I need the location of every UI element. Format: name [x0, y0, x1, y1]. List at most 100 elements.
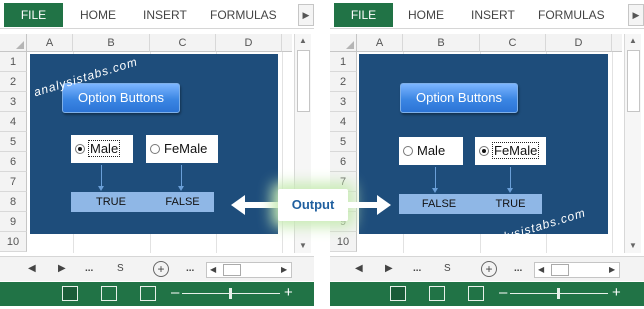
- tab-formulas[interactable]: FORMULAS: [210, 3, 277, 27]
- row-header-10[interactable]: 10: [0, 232, 27, 252]
- worksheet-grid[interactable]: A B C D 1 2 3 4 5 6 7 8 9 10 Option Butt…: [0, 34, 292, 253]
- sheet-nav-next-icon[interactable]: ▶: [58, 261, 66, 277]
- column-header-b[interactable]: B: [403, 34, 480, 52]
- sheet-ellipsis-right[interactable]: ...: [514, 261, 522, 277]
- row-header-7[interactable]: 7: [0, 172, 27, 192]
- row-header-2[interactable]: 2: [330, 72, 357, 92]
- scroll-down-icon[interactable]: ▼: [295, 239, 311, 253]
- column-header-b[interactable]: B: [73, 34, 150, 52]
- horizontal-scrollbar[interactable]: ◀ ▶: [534, 262, 620, 278]
- add-sheet-icon[interactable]: +: [481, 261, 497, 277]
- row-header-3[interactable]: 3: [330, 92, 357, 112]
- hscroll-thumb[interactable]: [551, 264, 569, 276]
- page-layout-view-icon[interactable]: [101, 286, 117, 301]
- sheet-nav-prev-icon[interactable]: ◀: [28, 261, 36, 277]
- row-header-1[interactable]: 1: [330, 52, 357, 72]
- sheet-ellipsis[interactable]: ...: [85, 261, 93, 277]
- sheet-tab-stub[interactable]: S: [444, 261, 451, 277]
- option-buttons-button[interactable]: Option Buttons: [400, 83, 518, 113]
- option-button-female[interactable]: FeMale: [475, 137, 546, 165]
- normal-view-icon[interactable]: [390, 286, 406, 301]
- row-header-10[interactable]: 10: [330, 232, 357, 252]
- row-header-6[interactable]: 6: [0, 152, 27, 172]
- add-sheet-icon[interactable]: +: [153, 261, 169, 277]
- scroll-left-icon[interactable]: ◀: [210, 262, 216, 278]
- tab-file[interactable]: FILE: [4, 3, 63, 27]
- sheet-tab-stub[interactable]: S: [117, 261, 124, 277]
- zoom-in-icon[interactable]: +: [612, 284, 621, 302]
- vertical-scrollbar[interactable]: ▲ ▼: [624, 34, 641, 253]
- radio-selected-icon[interactable]: [75, 144, 85, 154]
- output-arrow-shaft-right: [348, 202, 378, 208]
- ribbon-scroll-right-icon[interactable]: ▶: [298, 4, 314, 26]
- normal-view-icon[interactable]: [62, 286, 78, 301]
- row-header-3[interactable]: 3: [0, 92, 27, 112]
- row-header-4[interactable]: 4: [330, 112, 357, 132]
- zoom-out-icon[interactable]: –: [499, 284, 507, 302]
- arrow-down-icon: [507, 188, 513, 193]
- scroll-left-icon[interactable]: ◀: [538, 262, 544, 278]
- horizontal-scrollbar[interactable]: ◀ ▶: [206, 262, 292, 278]
- scroll-up-icon[interactable]: ▲: [625, 34, 641, 48]
- row-header-5[interactable]: 5: [330, 132, 357, 152]
- arrow-right-icon: [377, 195, 391, 215]
- sheet-nav-next-icon[interactable]: ▶: [385, 261, 393, 277]
- zoom-slider-thumb[interactable]: [557, 288, 560, 299]
- column-header-d[interactable]: D: [546, 34, 612, 52]
- column-header-e[interactable]: [282, 34, 292, 52]
- option-button-male[interactable]: Male: [71, 135, 133, 163]
- result-bar: FALSE TRUE: [399, 194, 542, 214]
- option-button-female[interactable]: FeMale: [146, 135, 218, 163]
- tab-home[interactable]: HOME: [80, 3, 116, 27]
- select-all-corner[interactable]: [330, 34, 357, 52]
- row-header-1[interactable]: 1: [0, 52, 27, 72]
- column-header-e[interactable]: [612, 34, 622, 52]
- result-value-male: FALSE: [421, 198, 457, 210]
- row-header-5[interactable]: 5: [0, 132, 27, 152]
- page-layout-view-icon[interactable]: [429, 286, 445, 301]
- zoom-out-icon[interactable]: –: [171, 284, 179, 302]
- radio-selected-icon[interactable]: [479, 146, 489, 156]
- ribbon-scroll-right-icon[interactable]: ▶: [628, 4, 644, 26]
- tab-home[interactable]: HOME: [408, 3, 444, 27]
- scroll-thumb[interactable]: [627, 50, 640, 112]
- scroll-thumb[interactable]: [297, 50, 310, 112]
- worksheet-grid[interactable]: A B C D 1 2 3 4 5 6 7 8 9 10 Option Butt…: [330, 34, 622, 253]
- scroll-down-icon[interactable]: ▼: [625, 239, 641, 253]
- row-header-2[interactable]: 2: [0, 72, 27, 92]
- row-header-8[interactable]: 8: [0, 192, 27, 212]
- arrow-down-icon: [432, 188, 438, 193]
- row-header-6[interactable]: 6: [330, 152, 357, 172]
- zoom-slider-thumb[interactable]: [229, 288, 232, 299]
- column-header-c[interactable]: C: [150, 34, 216, 52]
- column-header-c[interactable]: C: [480, 34, 546, 52]
- scroll-up-icon[interactable]: ▲: [295, 34, 311, 48]
- option-button-male[interactable]: Male: [399, 137, 463, 165]
- select-all-corner[interactable]: [0, 34, 27, 52]
- column-header-a[interactable]: A: [27, 34, 73, 52]
- option-buttons-button[interactable]: Option Buttons: [62, 83, 180, 113]
- arrow-down-icon: [178, 186, 184, 191]
- tab-file[interactable]: FILE: [334, 3, 393, 27]
- radio-unselected-icon[interactable]: [150, 144, 160, 154]
- page-break-view-icon[interactable]: [140, 286, 156, 301]
- tab-insert[interactable]: INSERT: [143, 3, 187, 27]
- arrow-line: [510, 167, 511, 188]
- hscroll-thumb[interactable]: [223, 264, 241, 276]
- radio-unselected-icon[interactable]: [403, 146, 413, 156]
- sheet-nav-prev-icon[interactable]: ◀: [355, 261, 363, 277]
- result-value-male: TRUE: [96, 196, 126, 208]
- page-break-view-icon[interactable]: [468, 286, 484, 301]
- arrow-down-icon: [98, 186, 104, 191]
- sheet-ellipsis-right[interactable]: ...: [186, 261, 194, 277]
- tab-formulas[interactable]: FORMULAS: [538, 3, 605, 27]
- scroll-right-icon[interactable]: ▶: [609, 262, 615, 278]
- column-header-a[interactable]: A: [357, 34, 403, 52]
- tab-insert[interactable]: INSERT: [471, 3, 515, 27]
- row-header-9[interactable]: 9: [0, 212, 27, 232]
- row-header-4[interactable]: 4: [0, 112, 27, 132]
- sheet-ellipsis[interactable]: ...: [413, 261, 421, 277]
- column-header-d[interactable]: D: [216, 34, 282, 52]
- zoom-in-icon[interactable]: +: [284, 284, 293, 302]
- scroll-right-icon[interactable]: ▶: [281, 262, 287, 278]
